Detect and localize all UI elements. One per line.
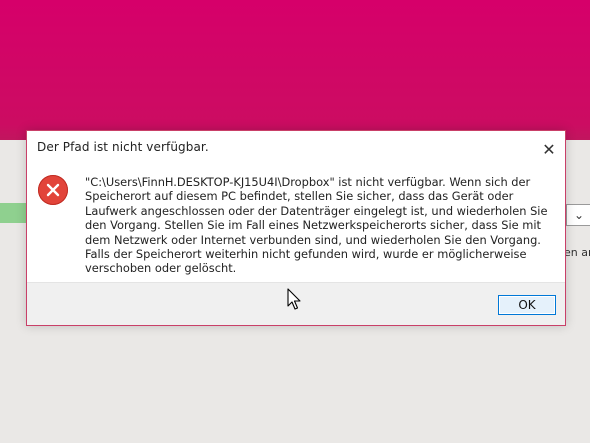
mouse-cursor-icon: [287, 288, 301, 314]
dialog-title: Der Pfad ist nicht verfügbar.: [37, 140, 209, 154]
error-icon: [38, 175, 68, 205]
ok-button[interactable]: OK: [498, 295, 556, 315]
dialog-message: "C:\Users\FinnH.DESKTOP-KJ15U4I\Dropbox"…: [85, 175, 548, 276]
close-icon[interactable]: ✕: [539, 141, 559, 161]
background-partial-text: en an: [564, 246, 590, 259]
dialog-titlebar[interactable]: Der Pfad ist nicht verfügbar. ✕: [27, 131, 565, 165]
chevron-down-icon[interactable]: ⌄: [566, 204, 590, 226]
